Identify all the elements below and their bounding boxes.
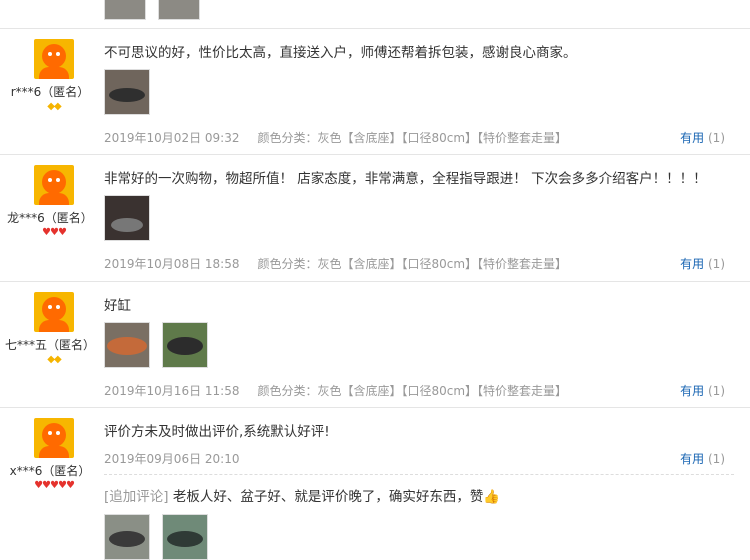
review-date: 2019年10月16日 11:58 <box>104 384 240 398</box>
review-meta: 2019年10月08日 18:58 颜色分类：灰色【含底座】【口径80cm】【特价… <box>104 255 567 272</box>
yellow-diamond-icon: ◆◆ <box>47 101 61 112</box>
reviewer-name: 七***五（匿名） <box>4 338 95 352</box>
review-text: 好缸 <box>104 298 131 314</box>
review-photo[interactable] <box>162 322 209 368</box>
review-meta: 2019年10月16日 11:58 颜色分类：灰色【含底座】【口径80cm】【特价… <box>104 382 567 399</box>
useful-count: (1) <box>708 384 725 398</box>
red-heart-icon: ♥♥♥♥♥ <box>34 480 75 491</box>
review-meta: 2019年10月02日 09:32 颜色分类：灰色【含底座】【口径80cm】【特价… <box>104 129 567 146</box>
useful-label[interactable]: 有用 <box>680 257 704 271</box>
review-photos <box>104 322 216 368</box>
useful-button[interactable]: 有用 (1) <box>680 382 725 399</box>
useful-label[interactable]: 有用 <box>680 384 704 398</box>
review-date: 2019年10月08日 18:58 <box>104 257 240 271</box>
sku-info: 颜色分类：灰色【含底座】【口径80cm】【特价整套走量】 <box>257 384 568 398</box>
review-photos <box>104 195 158 241</box>
divider <box>104 474 734 475</box>
appended-review: [追加评论] 老板人好、盆子好、就是评价晚了，确实好东西，赞👍 <box>104 485 500 505</box>
review-photos <box>104 69 158 115</box>
useful-button[interactable]: 有用 (1) <box>680 255 725 272</box>
avatar <box>34 165 74 205</box>
red-heart-icon: ♥♥♥ <box>42 227 67 238</box>
review-photo[interactable] <box>104 514 150 560</box>
sku-info: 颜色分类：灰色【含底座】【口径80cm】【特价整套走量】 <box>257 131 568 145</box>
review-text: 评价方未及时做出评价,系统默认好评! <box>104 424 330 440</box>
useful-label[interactable]: 有用 <box>680 452 704 466</box>
review-photo[interactable] <box>162 514 209 560</box>
review-item: 龙***6（匿名） ♥♥♥ 非常好的一次购物，物超所值！ 店家态度，非常满意，全… <box>0 155 750 282</box>
review-photo[interactable] <box>104 322 150 368</box>
avatar <box>34 292 74 332</box>
useful-label[interactable]: 有用 <box>680 131 704 145</box>
append-tag: [追加评论] <box>104 489 169 505</box>
append-text: 老板人好、盆子好、就是评价晚了，确实好东西，赞👍 <box>172 489 501 505</box>
review-item: r***6（匿名） ◆◆ 不可思议的好，性价比太高，直接送入户，师傅还帮着拆包装… <box>0 29 750 155</box>
review-meta: 2019年09月06日 20:10 <box>104 450 239 467</box>
useful-count: (1) <box>708 131 725 145</box>
avatar <box>34 418 74 458</box>
review-photo[interactable] <box>158 0 200 20</box>
useful-button[interactable]: 有用 (1) <box>680 129 725 146</box>
previous-review-tail <box>0 0 750 29</box>
avatar <box>34 39 74 79</box>
review-photos <box>104 514 216 560</box>
sku-info: 颜色分类：灰色【含底座】【口径80cm】【特价整套走量】 <box>257 257 568 271</box>
review-photo[interactable] <box>104 0 146 20</box>
review-photo[interactable] <box>104 69 150 115</box>
useful-button[interactable]: 有用 (1) <box>680 450 725 467</box>
review-item: 七***五（匿名） ◆◆ 好缸 2019年10月16日 11:58 颜色分类：灰色… <box>0 282 750 408</box>
review-date: 2019年10月02日 09:32 <box>104 131 240 145</box>
yellow-diamond-icon: ◆◆ <box>47 354 61 365</box>
reviewer-name: x***6（匿名） <box>9 464 91 478</box>
review-text: 非常好的一次购物，物超所值！ 店家态度，非常满意，全程指导跟进！ 下次会多多介绍… <box>104 171 707 187</box>
review-item: x***6（匿名） ♥♥♥♥♥ 评价方未及时做出评价,系统默认好评! 2019年… <box>0 408 750 560</box>
review-text: 不可思议的好，性价比太高，直接送入户，师傅还帮着拆包装，感谢良心商家。 <box>104 45 577 61</box>
review-photo[interactable] <box>104 195 150 241</box>
reviewer-name: r***6（匿名） <box>10 85 90 99</box>
useful-count: (1) <box>708 257 725 271</box>
reviewer-name: 龙***6（匿名） <box>7 211 93 225</box>
review-date: 2019年09月06日 20:10 <box>104 452 240 466</box>
useful-count: (1) <box>708 452 725 466</box>
